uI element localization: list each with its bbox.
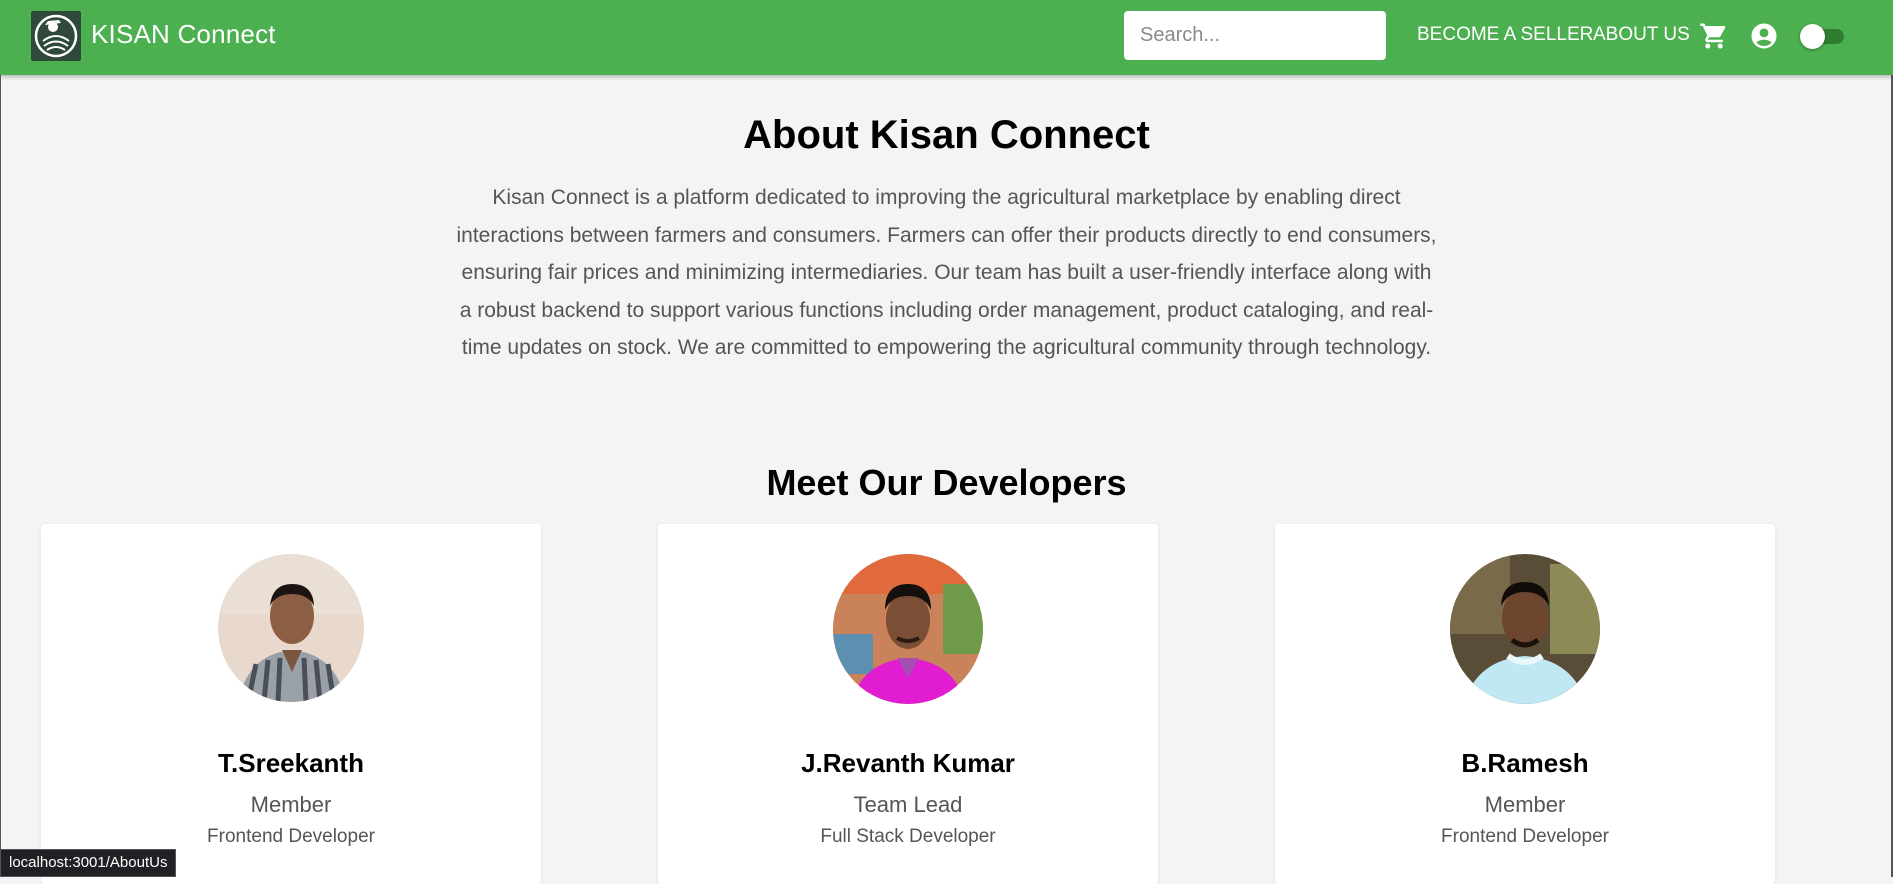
- kisan-logo[interactable]: [31, 11, 81, 61]
- developer-name: J.Revanth Kumar: [801, 748, 1015, 778]
- become-seller-link[interactable]: BECOME A SELLER: [1417, 24, 1593, 46]
- developers-title: Meet Our Developers: [766, 462, 1127, 503]
- developer-name: B.Ramesh: [1461, 748, 1589, 778]
- page-title: About Kisan Connect: [743, 113, 1150, 157]
- developer-avatar: [218, 554, 364, 702]
- developer-card: J.Revanth Kumar Team Lead Full Stack Dev…: [658, 524, 1158, 884]
- account-circle-icon[interactable]: [1749, 21, 1779, 56]
- developer-avatar: [833, 554, 983, 704]
- brand-title[interactable]: KISAN Connect: [91, 19, 276, 50]
- theme-toggle-knob[interactable]: [1800, 24, 1825, 49]
- app-bar: KISAN Connect BECOME A SELLER ABOUT US: [0, 0, 1893, 75]
- cart-icon[interactable]: [1699, 21, 1729, 56]
- about-description: Kisan Connect is a platform dedicated to…: [456, 186, 1437, 359]
- about-us-link[interactable]: ABOUT US: [1593, 24, 1690, 46]
- status-bar-url: localhost:3001/AboutUs: [0, 849, 177, 877]
- developer-role: Member: [1484, 792, 1566, 817]
- developer-avatar: [1450, 554, 1600, 704]
- developer-role: Team Lead: [853, 792, 963, 817]
- developer-specialty: Frontend Developer: [1441, 826, 1609, 847]
- search-input[interactable]: [1124, 11, 1386, 60]
- developer-specialty: Frontend Developer: [207, 826, 375, 847]
- developer-specialty: Full Stack Developer: [820, 826, 996, 847]
- developer-card: T.Sreekanth Member Frontend Developer: [41, 524, 541, 884]
- developer-role: Member: [250, 792, 332, 817]
- developer-name: T.Sreekanth: [218, 748, 364, 778]
- developer-card: B.Ramesh Member Frontend Developer: [1275, 524, 1775, 884]
